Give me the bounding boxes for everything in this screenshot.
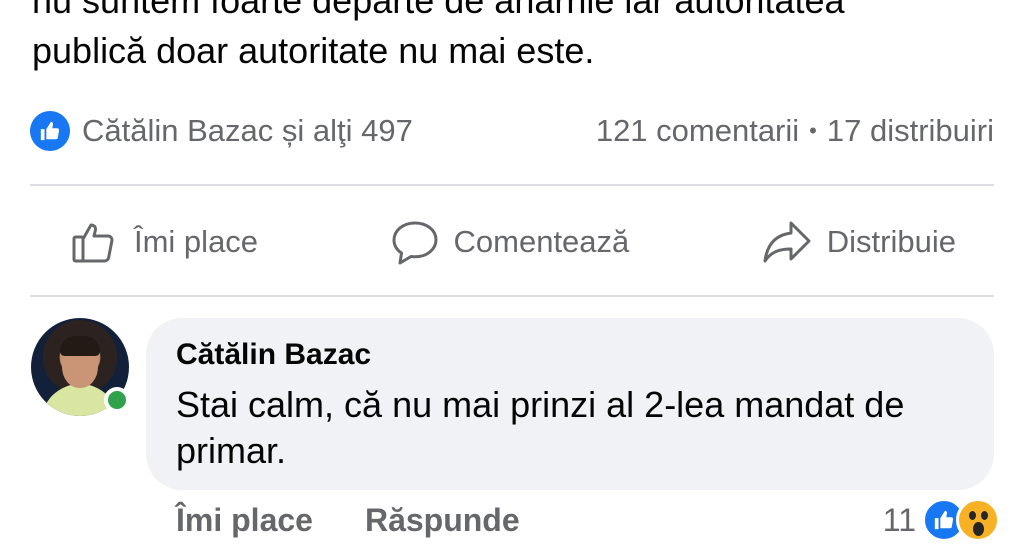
- post-actions-bar: Îmi place Comentează Distribuie: [30, 205, 994, 279]
- like-button-label: Îmi place: [134, 224, 259, 259]
- divider: [30, 184, 994, 186]
- post-text-line: publică doar autoritate nu mai este.: [32, 30, 595, 71]
- reactors-link[interactable]: Cătălin Bazac și alţi 497: [82, 113, 413, 149]
- wow-icon: [956, 498, 1000, 542]
- stats-separator: •: [809, 118, 817, 143]
- online-status-indicator: [104, 387, 130, 413]
- post-text: nu suntem foarte departe de anarhie iar …: [32, 0, 1012, 76]
- comment-reply-button[interactable]: Răspunde: [365, 502, 520, 539]
- shares-count-link[interactable]: 17 distribuiri: [827, 113, 994, 149]
- comment-actions: Îmi place Răspunde: [176, 502, 520, 539]
- comment-bubble-icon: [390, 217, 440, 267]
- share-button[interactable]: Distribuie: [761, 217, 956, 267]
- post-stats: Cătălin Bazac și alţi 497 121 comentarii…: [30, 108, 994, 154]
- like-button[interactable]: Îmi place: [70, 217, 258, 267]
- thumbs-up-icon: [70, 217, 120, 267]
- comment-reactions[interactable]: 11: [883, 498, 1000, 542]
- comment-button-label: Comentează: [453, 224, 630, 259]
- comment-reaction-count: 11: [882, 501, 916, 538]
- comment-author[interactable]: Cătălin Bazac: [176, 336, 964, 374]
- comment-text: Stai calm, că nu mai prinzi al 2-lea man…: [176, 384, 905, 471]
- comments-count-link[interactable]: 121 comentarii: [596, 113, 799, 149]
- comment-bubble: Cătălin Bazac Stai calm, că nu mai prinz…: [146, 318, 994, 490]
- like-reaction-icon[interactable]: [30, 111, 70, 151]
- share-arrow-icon: [761, 217, 813, 267]
- comment-like-button[interactable]: Îmi place: [176, 502, 313, 539]
- share-button-label: Distribuie: [826, 224, 956, 259]
- divider: [30, 295, 994, 297]
- comment-button[interactable]: Comentează: [390, 217, 630, 267]
- post-text-line: nu suntem foarte departe de anarhie iar …: [32, 0, 845, 21]
